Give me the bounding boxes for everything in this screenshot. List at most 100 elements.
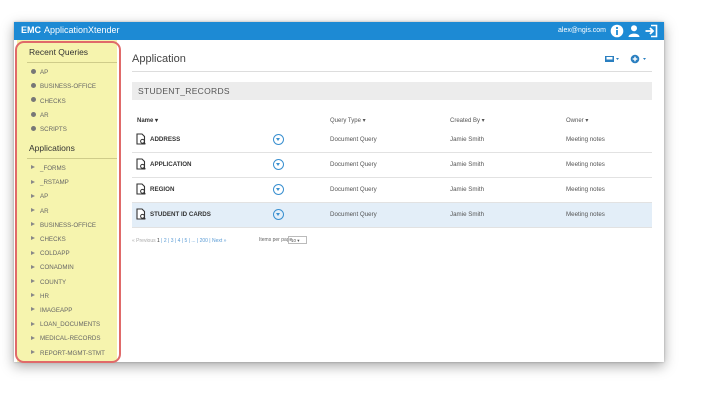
created-by: Jamie Smith xyxy=(450,136,485,143)
table-row[interactable]: STUDENT ID CARDS Document Query Jamie Smit… xyxy=(132,203,652,228)
query-type: Document Query xyxy=(330,161,377,168)
pager-next[interactable]: Next » xyxy=(212,238,226,244)
product-name: ApplicationXtender xyxy=(44,25,120,35)
brand-logo: EMC xyxy=(21,25,41,35)
recent-queries-title: Recent Queries xyxy=(29,47,89,57)
query-name[interactable]: STUDENT ID CARDS xyxy=(150,211,211,218)
application-label: COUNTY xyxy=(40,278,67,286)
application-label: CONADMIN xyxy=(40,264,74,272)
expand-triangle-icon xyxy=(31,349,35,354)
query-bullet-icon xyxy=(31,111,36,117)
application-label: LOAN_DOCUMENTS xyxy=(40,321,101,329)
expand-triangle-icon xyxy=(31,335,35,340)
info-icon[interactable] xyxy=(610,24,624,38)
application-item[interactable]: CHECKS xyxy=(31,235,66,245)
query-name[interactable]: REGION xyxy=(150,186,174,193)
application-label: CHECKS xyxy=(40,236,66,243)
user-icon[interactable] xyxy=(627,24,641,38)
chevron-down-circle-icon[interactable] xyxy=(273,209,284,220)
pager-page[interactable]: 1 xyxy=(157,238,160,244)
recent-query-label: AR xyxy=(40,111,49,119)
pagination: « Previous 1 | 2 | 3 | 4 | 5 | ... | 200… xyxy=(132,238,226,244)
document-query-icon xyxy=(136,158,146,170)
query-bullet-icon xyxy=(31,97,36,103)
application-item[interactable]: COUNTY xyxy=(31,278,66,288)
column-name[interactable]: Name ▾ xyxy=(137,117,158,124)
pager-page[interactable]: 4 xyxy=(178,238,181,244)
application-item[interactable]: COLDAPP xyxy=(31,249,70,259)
application-item[interactable]: MEDICAL-RECORDS xyxy=(31,334,101,344)
application-item[interactable]: LOAN_DOCUMENTS xyxy=(31,320,100,330)
application-label: REPORT-MGMT-STMT xyxy=(40,349,105,357)
user-email[interactable]: alex@ngis.com xyxy=(558,27,606,34)
top-bar: EMC ApplicationXtender alex@ngis.com xyxy=(14,22,664,40)
expand-triangle-icon xyxy=(31,250,35,255)
application-item[interactable]: BUSINESS-OFFICE xyxy=(31,221,96,231)
expand-triangle-icon xyxy=(31,222,35,227)
query-type: Document Query xyxy=(330,136,377,143)
application-item[interactable]: _FORMS xyxy=(31,164,66,174)
table-row[interactable]: APPLICATION Document Query Jamie Smith Meet… xyxy=(132,153,652,178)
pager-page[interactable]: 3 xyxy=(171,238,174,244)
document-query-icon xyxy=(136,133,146,145)
expand-triangle-icon xyxy=(31,165,35,170)
recent-query-item[interactable]: AP xyxy=(31,68,48,78)
application-label: AR xyxy=(40,207,49,215)
owner: Meeting notes xyxy=(566,211,605,218)
logout-icon[interactable] xyxy=(644,24,658,38)
items-per-page-select[interactable]: 10 ▾ xyxy=(288,236,307,244)
created-by: Jamie Smith xyxy=(450,161,485,168)
pager-prev[interactable]: « Previous xyxy=(132,238,156,244)
query-name[interactable]: APPLICATION xyxy=(150,161,191,168)
chevron-down-circle-icon[interactable] xyxy=(273,134,284,145)
pager-page[interactable]: ... xyxy=(191,238,195,244)
table-row[interactable]: REGION Document Query Jamie Smith Meeting n… xyxy=(132,178,652,203)
expand-triangle-icon xyxy=(31,264,35,269)
inbox-icon[interactable] xyxy=(604,54,620,64)
query-name[interactable]: ADDRESS xyxy=(150,136,180,143)
items-per-page-value: 10 xyxy=(291,238,297,243)
pager-page[interactable]: 5 xyxy=(184,238,187,244)
pager-pages: 1 | 2 | 3 | 4 | 5 | ... | 200 | xyxy=(157,238,212,244)
application-item[interactable]: AR xyxy=(31,207,49,217)
column-owner[interactable]: Owner ▾ xyxy=(566,117,588,124)
header-divider xyxy=(132,71,652,72)
recent-query-label: CHECKS xyxy=(40,97,66,105)
table-row[interactable]: ADDRESS Document Query Jamie Smith Meeting … xyxy=(132,128,652,153)
expand-triangle-icon xyxy=(31,207,35,212)
query-group-name: STUDENT_RECORDS xyxy=(138,86,230,96)
document-query-icon xyxy=(136,183,146,195)
application-label: BUSINESS-OFFICE xyxy=(40,221,97,229)
created-by: Jamie Smith xyxy=(450,186,485,193)
expand-triangle-icon xyxy=(31,193,35,198)
recent-query-label: AP xyxy=(40,69,49,76)
expand-triangle-icon xyxy=(31,321,35,326)
application-item[interactable]: REPORT-MGMT-STMT xyxy=(31,349,105,359)
application-item[interactable]: IMAGEAPP xyxy=(31,306,72,316)
recent-query-item[interactable]: AR xyxy=(31,111,49,121)
application-item[interactable]: _RSTAMP xyxy=(31,178,69,188)
sidebar: Recent Queries AP BUSINESS-OFFICE CHECKS AR… xyxy=(17,40,117,362)
expand-triangle-icon xyxy=(31,236,35,241)
column-created-by[interactable]: Created By ▾ xyxy=(450,117,485,124)
owner: Meeting notes xyxy=(566,161,605,168)
created-by: Jamie Smith xyxy=(450,211,485,218)
recent-query-item[interactable]: BUSINESS-OFFICE xyxy=(31,82,96,92)
application-item[interactable]: HR xyxy=(31,292,49,302)
application-label: AP xyxy=(40,193,49,201)
application-label: MEDICAL-RECORDS xyxy=(40,335,101,343)
add-circle-icon[interactable] xyxy=(630,54,648,64)
column-query-type[interactable]: Query Type ▾ xyxy=(330,117,366,124)
application-item[interactable]: AP xyxy=(31,192,48,202)
app-brand[interactable]: EMC ApplicationXtender xyxy=(21,25,120,35)
divider xyxy=(27,158,117,159)
pager-page[interactable]: 200 xyxy=(200,238,208,244)
query-bullet-icon xyxy=(31,68,36,74)
chevron-down-circle-icon[interactable] xyxy=(273,184,284,195)
recent-query-label: BUSINESS-OFFICE xyxy=(40,83,97,91)
recent-query-item[interactable]: SCRIPTS xyxy=(31,125,67,135)
pager-page[interactable]: 2 xyxy=(164,238,167,244)
chevron-down-circle-icon[interactable] xyxy=(273,159,284,170)
recent-query-item[interactable]: CHECKS xyxy=(31,97,66,107)
application-item[interactable]: CONADMIN xyxy=(31,263,74,273)
